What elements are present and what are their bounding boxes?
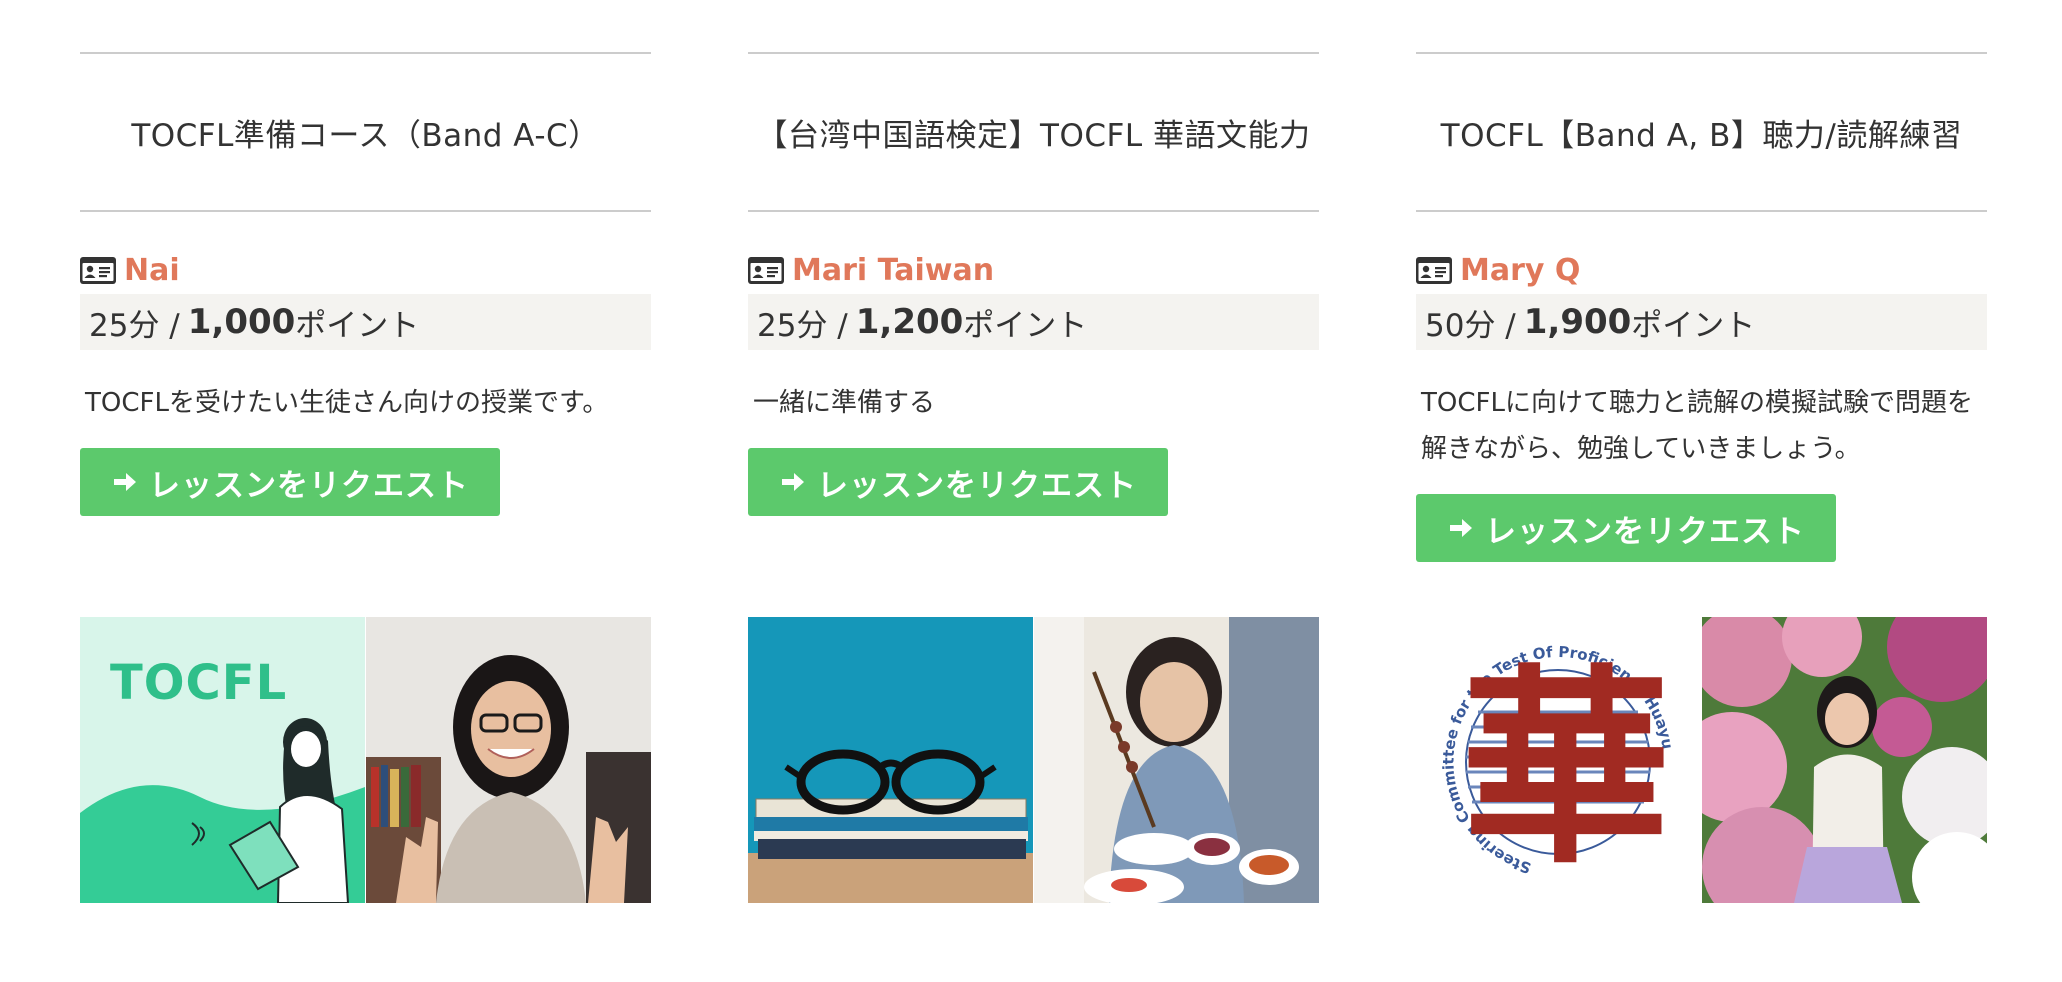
- course-description: TOCFLに向けて聴力と読解の模擬試験で問題を解きながら、勉強していきましょう。: [1421, 388, 1973, 464]
- lesson-points: 1,000: [187, 302, 296, 342]
- teacher-link[interactable]: Mari Taiwan: [748, 250, 994, 290]
- divider: [80, 210, 651, 212]
- arrow-right-icon: [114, 473, 136, 491]
- course-title[interactable]: 【台湾中国語検定】TOCFL 華語文能力: [748, 54, 1319, 210]
- price-bar: 25分 / 1,200 ポイント: [748, 294, 1319, 350]
- arrow-right-icon: [1450, 519, 1472, 537]
- seal-character: 華: [1461, 645, 1671, 892]
- request-lesson-label: レッスンをリクエスト: [1485, 513, 1805, 550]
- teacher-link[interactable]: Mary Q: [1416, 250, 1580, 290]
- course-description: TOCFLを受けたい生徒さん向けの授業です。: [85, 388, 609, 418]
- divider: [1416, 210, 1987, 212]
- points-unit: ポイント: [295, 307, 420, 344]
- lesson-duration: 25分 /: [89, 307, 180, 344]
- request-lesson-button[interactable]: レッスンをリクエスト: [80, 448, 500, 516]
- teacher-name: Nai: [124, 252, 180, 288]
- request-lesson-label: レッスンをリクエスト: [817, 467, 1137, 504]
- course-title[interactable]: TOCFL準備コース（Band A-C）: [80, 54, 651, 210]
- course-banner-image[interactable]: TOCFL: [80, 617, 365, 903]
- id-card-icon: [1416, 256, 1452, 284]
- lesson-points: 1,900: [1523, 302, 1632, 342]
- teacher-photo[interactable]: [1034, 617, 1319, 903]
- price-bar: 50分 / 1,900 ポイント: [1416, 294, 1987, 350]
- course-description: 一緒に準備する: [753, 388, 936, 418]
- teacher-name: Mary Q: [1460, 252, 1581, 288]
- teacher-photo[interactable]: [1702, 617, 1987, 903]
- id-card-icon: [748, 256, 784, 284]
- course-images: TOCFL: [80, 617, 651, 903]
- lesson-duration: 50分 /: [1425, 307, 1516, 344]
- request-lesson-button[interactable]: レッスンをリクエスト: [1416, 494, 1836, 562]
- course-images: Steering Committee for the Test Of Profi…: [1416, 617, 1987, 903]
- course-banner-image[interactable]: [748, 617, 1033, 903]
- tocfl-logo-text: TOCFL: [110, 655, 288, 711]
- request-lesson-label: レッスンをリクエスト: [149, 467, 469, 504]
- teacher-name: Mari Taiwan: [792, 252, 995, 288]
- request-lesson-button[interactable]: レッスンをリクエスト: [748, 448, 1168, 516]
- points-unit: ポイント: [963, 307, 1088, 344]
- tocfl-seal-image[interactable]: Steering Committee for the Test Of Profi…: [1416, 617, 1701, 903]
- arrow-right-icon: [782, 473, 804, 491]
- divider: [748, 210, 1319, 212]
- course-images: [748, 617, 1319, 903]
- price-bar: 25分 / 1,000 ポイント: [80, 294, 651, 350]
- teacher-photo[interactable]: [366, 617, 651, 903]
- id-card-icon: [80, 256, 116, 284]
- course-title[interactable]: TOCFL【Band A, B】聴力/読解練習: [1416, 54, 1987, 210]
- teacher-link[interactable]: Nai: [80, 250, 180, 290]
- lesson-points: 1,200: [855, 302, 964, 342]
- points-unit: ポイント: [1631, 307, 1756, 344]
- lesson-duration: 25分 /: [757, 307, 848, 344]
